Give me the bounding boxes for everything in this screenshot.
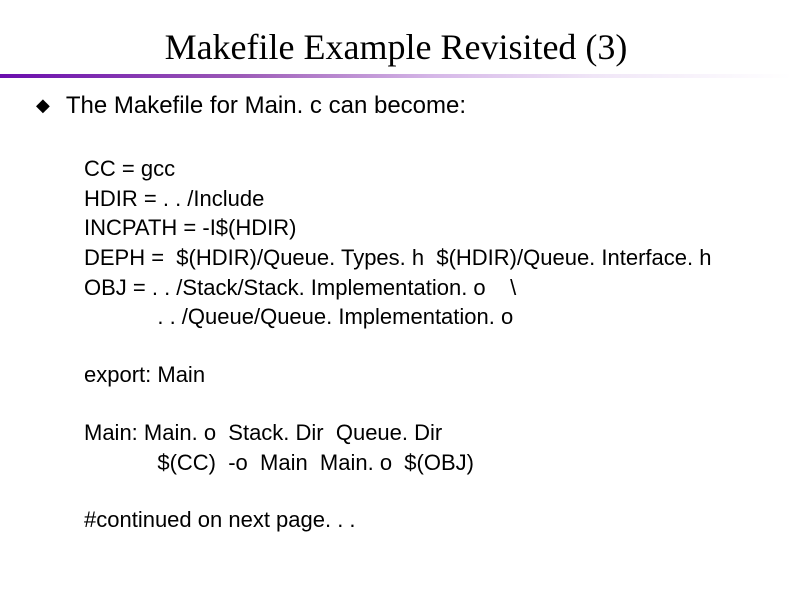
code-line: HDIR = . . /Include xyxy=(84,184,752,214)
code-line: Main: Main. o Stack. Dir Queue. Dir xyxy=(84,418,752,448)
code-line: #continued on next page. . . xyxy=(84,505,752,535)
bullet-item: ◆ The Makefile for Main. c can become: xyxy=(36,92,752,120)
code-line: $(CC) -o Main Main. o $(OBJ) xyxy=(84,448,752,478)
slide-title: Makefile Example Revisited (3) xyxy=(40,26,752,68)
code-line: CC = gcc xyxy=(84,154,752,184)
blank-line xyxy=(84,332,752,360)
code-block: CC = gcc HDIR = . . /Include INCPATH = -… xyxy=(84,154,752,535)
title-underline xyxy=(0,74,792,78)
diamond-bullet-icon: ◆ xyxy=(36,95,50,116)
blank-line xyxy=(84,390,752,418)
code-line: export: Main xyxy=(84,360,752,390)
blank-line xyxy=(84,477,752,505)
bullet-text: The Makefile for Main. c can become: xyxy=(66,92,466,120)
slide-container: Makefile Example Revisited (3) ◆ The Mak… xyxy=(0,0,792,612)
code-line: OBJ = . . /Stack/Stack. Implementation. … xyxy=(84,273,752,303)
code-line: . . /Queue/Queue. Implementation. o xyxy=(84,302,752,332)
code-line: DEPH = $(HDIR)/Queue. Types. h $(HDIR)/Q… xyxy=(84,243,752,273)
code-line: INCPATH = -I$(HDIR) xyxy=(84,213,752,243)
